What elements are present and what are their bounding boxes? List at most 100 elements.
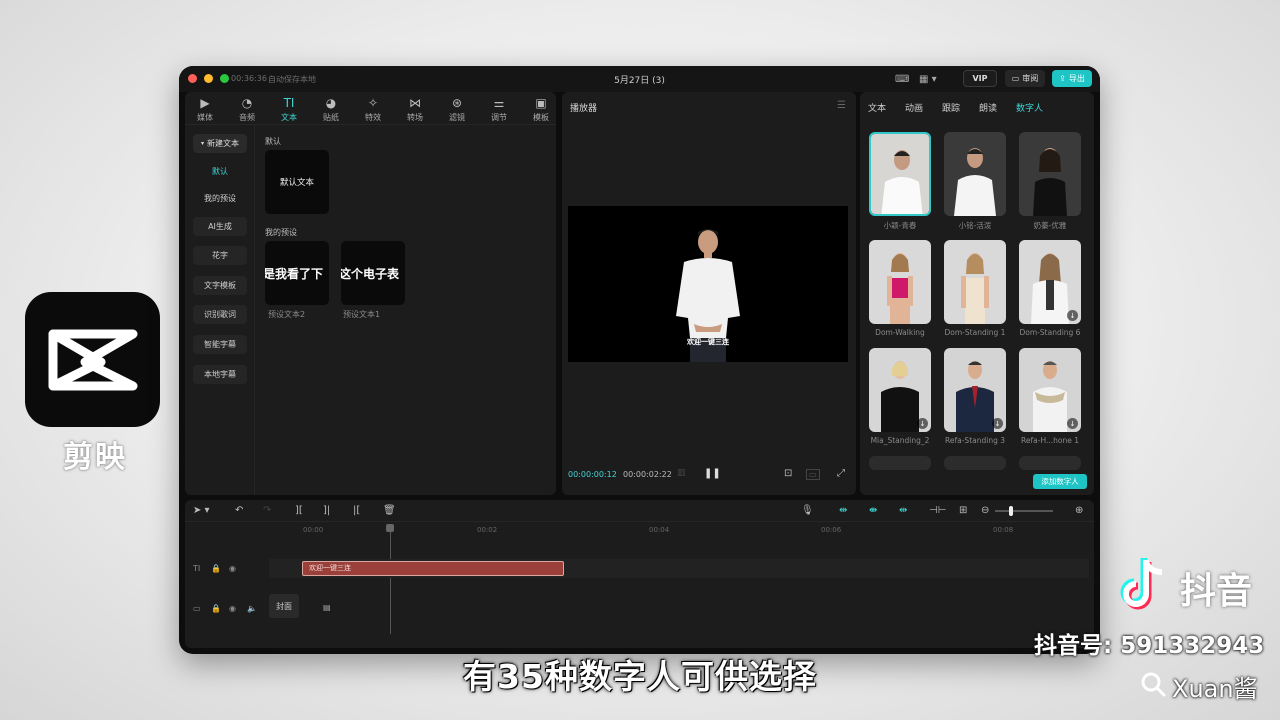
avatar-card[interactable] [944, 132, 1006, 216]
avatar-name: Dom-Standing 1 [944, 328, 1006, 337]
delete-icon[interactable]: 🗑 [383, 505, 396, 517]
download-icon[interactable]: ↓ [1067, 418, 1078, 429]
tool-template[interactable]: ▣ 模板 [521, 94, 556, 124]
playhead-handle[interactable] [386, 524, 394, 532]
preset-caption: 预设文本1 [343, 310, 381, 319]
mute-icon[interactable]: 🔈 [247, 604, 257, 613]
sidebar-item-local-captions[interactable]: 本地字幕 [193, 365, 247, 384]
cover-button[interactable]: 封面 [269, 594, 299, 618]
video-preview[interactable]: 欢迎一键三连 [568, 206, 848, 362]
redo-icon[interactable]: ↷ [263, 505, 271, 517]
playhead[interactable] [390, 524, 391, 634]
thumbnail-icon[interactable]: ⊞ [959, 505, 967, 517]
tab-read-aloud[interactable]: 朗读 [979, 101, 997, 114]
section-default: 默认 [265, 137, 281, 146]
avatar-card[interactable] [1019, 132, 1081, 216]
trim-left-icon[interactable]: ]| [323, 505, 330, 517]
vip-button[interactable]: VIP [963, 70, 997, 87]
preset-preview: 这个电子表 [341, 266, 400, 281]
sidebar-item-new-text[interactable]: ▾ 新建文本 [193, 134, 247, 153]
tab-tracking[interactable]: 跟踪 [942, 101, 960, 114]
zoom-out-icon[interactable]: ⊖ [981, 505, 989, 517]
download-icon[interactable]: ↓ [1067, 310, 1078, 321]
transition-icon: ⋈ [409, 95, 421, 110]
preview-axis-icon[interactable]: ⊣⊢ [929, 505, 946, 517]
lock-icon[interactable]: 🔒 [211, 604, 221, 613]
tool-effects[interactable]: ✧ 特效 [353, 94, 393, 124]
title-bar: 00:36:36 自动保存本地 5月27日 (3) ⌨ ▦ ▾ VIP ▭ 审阅 … [179, 66, 1100, 92]
undo-icon[interactable]: ↶ [235, 505, 243, 517]
tool-filter[interactable]: ⊛ 滤镜 [437, 94, 477, 124]
tool-text[interactable]: TI 文本 [269, 94, 309, 124]
download-icon[interactable]: ↓ [992, 418, 1003, 429]
sidebar-item-my-presets[interactable]: 我的预设 [193, 189, 247, 208]
text-clip[interactable]: 欢迎一键三连 [302, 561, 564, 576]
avatar-card[interactable]: ↓ [1019, 240, 1081, 324]
text-sidenav: ▾ 新建文本 默认 我的预设 AI生成 花字 文字模板 识别歌词 智能字幕 本地字… [185, 125, 255, 495]
sticker-icon: ◕ [325, 95, 337, 110]
lock-icon[interactable]: 🔒 [211, 564, 221, 573]
tab-digital-human[interactable]: 数字人 [1016, 101, 1043, 114]
avatar-card[interactable]: ↓ [1019, 348, 1081, 432]
sidebar-item-fancy-text[interactable]: 花字 [193, 246, 247, 265]
keyboard-icon[interactable]: ⌨ [895, 71, 909, 87]
pause-icon[interactable]: ❚❚ [704, 468, 721, 479]
sidebar-item-smart-captions[interactable]: 智能字幕 [193, 335, 247, 354]
avatar-figure [869, 240, 931, 324]
avatar-card[interactable] [869, 456, 931, 470]
avatar-card[interactable] [869, 240, 931, 324]
zoom-slider[interactable] [995, 510, 1053, 512]
eye-icon[interactable]: ◉ [229, 604, 236, 613]
microphone-icon[interactable]: 🎙 [801, 505, 814, 517]
section-my-presets: 我的预设 [265, 228, 297, 237]
avatar-card[interactable]: ↓ [944, 348, 1006, 432]
avatar-figure [1019, 132, 1081, 216]
avatar-card[interactable]: ↓ [869, 348, 931, 432]
layout-icon[interactable]: ▦ ▾ [919, 71, 937, 87]
preset-card-2[interactable]: 是我看了下 [265, 241, 329, 305]
avatar-card[interactable] [1019, 456, 1081, 470]
preset-card-1[interactable]: 这个电子表 [341, 241, 405, 305]
sidebar-item-ai-generate[interactable]: AI生成 [193, 217, 247, 236]
select-tool-icon[interactable]: ➤ ▾ [193, 505, 210, 517]
zoom-slider-handle[interactable] [1009, 506, 1013, 516]
fullscreen-icon[interactable]: ⤢ [837, 468, 845, 479]
tool-audio[interactable]: ◔ 音频 [227, 94, 267, 124]
linkage-icon[interactable]: ⇹ [899, 505, 907, 517]
default-text-card[interactable]: 默认文本 [265, 150, 329, 214]
tool-media[interactable]: ▶ 媒体 [185, 94, 225, 124]
sidebar-item-lyrics[interactable]: 识别歌词 [193, 305, 247, 324]
avatar-card[interactable] [944, 240, 1006, 324]
tab-animation[interactable]: 动画 [905, 101, 923, 114]
avatar-card[interactable] [944, 456, 1006, 470]
magnet-icon[interactable]: ⇼ [869, 505, 877, 517]
tool-sticker[interactable]: ◕ 贴纸 [311, 94, 351, 124]
add-digital-human-button[interactable]: 添加数字人 [1033, 474, 1087, 489]
menu-icon[interactable]: ☰ [837, 100, 846, 111]
sidebar-item-text-templates[interactable]: 文字模板 [193, 276, 247, 295]
preset-caption: 预设文本2 [268, 310, 306, 319]
tool-adjust[interactable]: ⚌ 调节 [479, 94, 519, 124]
export-button[interactable]: ⇪ 导出 [1052, 70, 1092, 87]
screenshot-icon[interactable]: ⊡ [784, 468, 792, 479]
avatar-card[interactable] [869, 132, 931, 216]
zoom-in-icon[interactable]: ⊕ [1075, 505, 1083, 517]
link-main-track-icon[interactable]: ⇹ [839, 505, 847, 517]
video-caption: 欢迎一键三连 [687, 338, 729, 346]
eye-icon[interactable]: ◉ [229, 564, 236, 573]
sidebar-item-default[interactable]: 默认 [193, 162, 247, 181]
search-icon [1140, 671, 1166, 703]
properties-panel: 文本 动画 跟踪 朗读 数字人 小颖-青春 小铭-活泼 奶蓁-优雅 Dom-Wa… [860, 92, 1094, 495]
grid-icon[interactable]: ▥ [677, 468, 686, 478]
caret-down-icon: ▾ [200, 140, 204, 147]
ratio-icon[interactable]: ▭ [806, 469, 820, 480]
split-icon[interactable]: ][ [295, 505, 303, 517]
tab-text[interactable]: 文本 [868, 101, 886, 114]
download-icon[interactable]: ↓ [917, 418, 928, 429]
tool-transition[interactable]: ⋈ 转场 [395, 94, 435, 124]
review-button[interactable]: ▭ 审阅 [1005, 70, 1045, 87]
trim-right-icon[interactable]: |[ [353, 505, 360, 517]
avatar-name: Refa-H...hone 1 [1021, 436, 1079, 445]
tool-label: 滤镜 [449, 112, 465, 122]
ruler-tick: 00:00 [303, 526, 324, 534]
